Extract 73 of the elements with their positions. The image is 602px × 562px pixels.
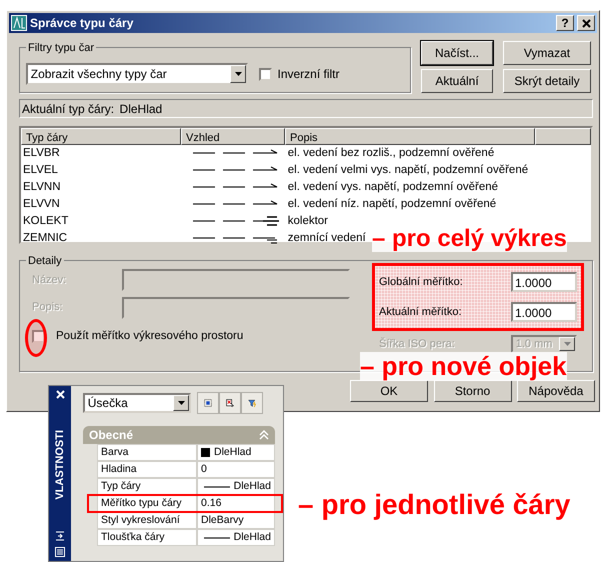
checkbox-label: Použít měřítko výkresového prostoru <box>56 329 244 344</box>
input-field[interactable]: 1.0000 <box>511 272 577 292</box>
table-cell-text: KOLEKT <box>22 214 70 229</box>
property-value-text: DleHlad <box>214 446 252 459</box>
column-header[interactable]: Typ čáry <box>21 128 181 145</box>
pick-button[interactable] <box>218 392 240 414</box>
column-header[interactable] <box>535 128 591 145</box>
close-icon <box>56 390 64 399</box>
help-button[interactable]: ? <box>556 15 574 31</box>
quick-select-button[interactable] <box>240 392 262 414</box>
table-cell-text: ELVBR <box>22 146 61 161</box>
app-icon <box>11 15 27 31</box>
property-name: Styl vykreslování <box>97 512 197 529</box>
property-value-text: 0 <box>201 463 207 476</box>
window-title: Správce typu čáry <box>30 15 134 32</box>
property-value-text: DleHlad <box>234 531 271 544</box>
palette-title: VLASTNOSTI <box>52 430 67 500</box>
table-cell-text: zemnící vedení <box>286 230 366 246</box>
group-label: Detaily <box>26 253 64 270</box>
properties-menu-icon <box>55 546 65 557</box>
column-header[interactable]: Vzhled <box>181 128 285 145</box>
line-sample-icon <box>204 484 230 490</box>
auto-hide-icon <box>55 531 65 542</box>
color-swatch <box>201 448 210 457</box>
filter-dropdown[interactable]: Zobrazit všechny typy čar <box>26 63 248 85</box>
property-name: Tloušťka čáry <box>97 529 197 546</box>
table-cell-text: el. vedení velmi vys. napětí, podzemní ověřené <box>286 162 528 178</box>
dialog-button[interactable]: OK <box>350 380 428 402</box>
table-cell-text: ZEMNIC <box>22 230 68 246</box>
selection-icon <box>204 396 212 410</box>
table-cell-text: el. vedení vys. napětí, podzemní ověřené <box>286 180 498 195</box>
property-value-text: 0.16 <box>201 497 222 510</box>
property-name: Hladina <box>97 461 197 478</box>
checkbox-label: Inverzní filtr <box>278 66 340 83</box>
group-label: Filtry typu čar <box>26 40 96 56</box>
input-field[interactable]: 1.0000 <box>511 302 577 322</box>
property-name: Barva <box>97 444 197 461</box>
dialog-button[interactable]: Načíst... <box>421 41 493 65</box>
select-objects-button[interactable] <box>196 392 218 414</box>
annotation-text: – pro nové objek <box>360 352 567 381</box>
dialog-button[interactable]: Nápověda <box>517 380 595 402</box>
property-value-text: DleHlad <box>234 480 271 493</box>
highlight-circle <box>25 319 47 357</box>
annotation-text: – pro celý výkres <box>372 226 567 252</box>
pick-icon <box>226 396 234 410</box>
dropdown-arrow-icon <box>178 401 184 405</box>
column-header[interactable]: Popis <box>285 128 535 145</box>
close-button[interactable] <box>577 15 595 31</box>
table-cell-text: kolektor <box>286 214 328 229</box>
dropdown-arrow-icon <box>564 342 570 346</box>
collapse-icon <box>259 430 269 440</box>
dialog-button[interactable]: Aktuální <box>421 69 493 93</box>
table-cell-text: el. vedení bez rozliš., podzemní ověřené <box>286 146 494 161</box>
table-cell-text: ELVNN <box>22 180 62 195</box>
current-linetype-value: DleHlad <box>120 100 162 118</box>
dropdown-arrow-icon <box>234 72 242 76</box>
close-icon <box>582 18 590 28</box>
field-label: Globální měřítko: <box>379 274 463 290</box>
dialog-button[interactable]: Vymazat <box>503 41 591 65</box>
checkbox[interactable] <box>32 330 45 344</box>
dialog-button[interactable]: Skrýt detaily <box>503 69 591 93</box>
annotation-text: – pro jednotlivé čáry <box>298 490 570 521</box>
current-linetype-label: Aktuální typ čáry: <box>22 100 114 118</box>
dialog-button[interactable]: Storno <box>434 380 512 402</box>
line-sample-icon <box>204 534 230 540</box>
object-dropdown[interactable]: Úsečka <box>83 393 191 413</box>
table-cell-text: el. vedení níz. napětí, podzemní ověřené <box>286 196 496 212</box>
checkbox[interactable] <box>259 68 272 80</box>
field-label: Aktuální měřítko: <box>379 304 462 320</box>
property-name: Typ čáry <box>97 478 197 495</box>
table-cell-text: ELVEL <box>22 162 59 178</box>
property-value-text: DleBarvy <box>201 514 244 527</box>
table-cell-text: ELVVN <box>22 196 61 212</box>
